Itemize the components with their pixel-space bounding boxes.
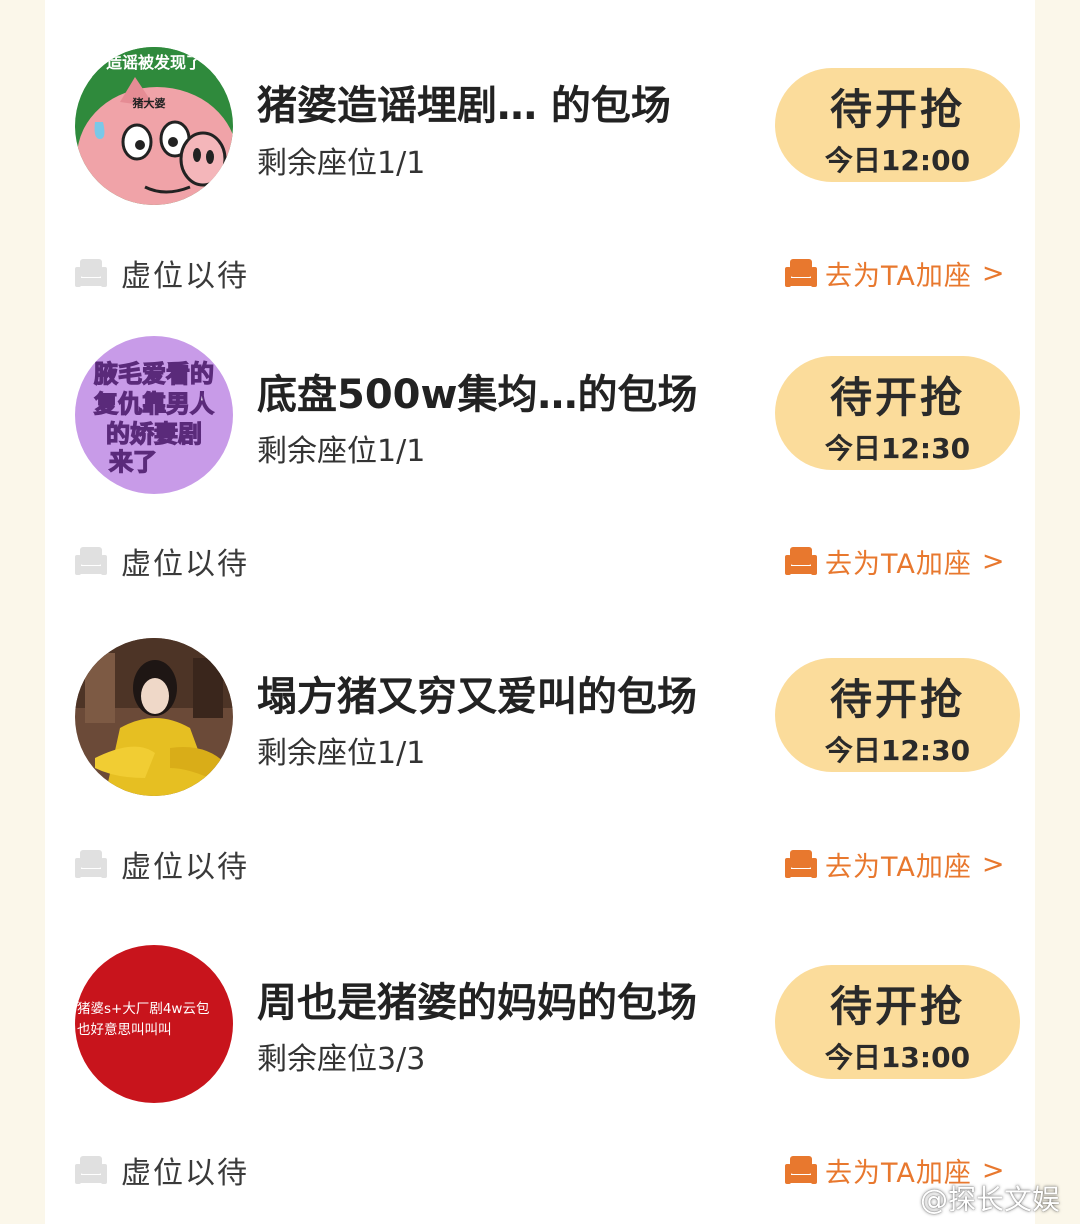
- grab-status-label: 待开抢: [829, 675, 965, 724]
- add-seat-label: 去为TA加座: [825, 548, 972, 580]
- vacant-seat-label: 虚位以待: [121, 547, 249, 582]
- armchair-icon: [785, 547, 817, 575]
- grab-seat-button[interactable]: 待开抢 今日12:30: [775, 658, 1020, 772]
- grab-time-label: 今日13:00: [824, 1041, 971, 1074]
- avatar-caption: 腋毛爱看的: [94, 360, 214, 388]
- add-seat-link[interactable]: 去为TA加座 >: [783, 541, 1005, 581]
- grab-status-label: 待开抢: [829, 373, 965, 422]
- grab-status-label: 待开抢: [829, 982, 965, 1031]
- avatar-caption: 造谣被发现了: [106, 53, 202, 72]
- add-seat-label: 去为TA加座: [825, 260, 972, 292]
- add-seat-label: 去为TA加座: [825, 851, 972, 883]
- vacant-seat-label: 虚位以待: [121, 850, 249, 885]
- avatar-caption: 猪婆s+大厂剧4w云包: [77, 1001, 209, 1017]
- pig-meme-image: 造谣被发现了 猪大婆: [75, 47, 233, 205]
- grab-seat-button[interactable]: 待开抢 今日12:00: [775, 68, 1020, 182]
- armchair-icon: [75, 259, 107, 287]
- room-title[interactable]: 周也是猪婆的妈妈的包场: [257, 970, 697, 1028]
- watermark-text: @探长文娱: [920, 1183, 1061, 1216]
- grab-status-label: 待开抢: [829, 85, 965, 134]
- room-avatar[interactable]: 猪婆s+大厂剧4w云包 也好意思叫叫叫: [75, 945, 233, 1103]
- add-seat-link[interactable]: 去为TA加座 >: [783, 844, 1005, 884]
- chevron-right-icon: >: [981, 257, 1005, 289]
- room-avatar[interactable]: [75, 638, 233, 796]
- grab-time-label: 今日12:30: [824, 432, 971, 465]
- armchair-icon: [785, 259, 817, 287]
- weibo-watermark: @探长文娱: [880, 1178, 1060, 1218]
- text-meme-image: 猪婆s+大厂剧4w云包 也好意思叫叫叫: [75, 945, 233, 1103]
- chevron-right-icon: >: [981, 848, 1005, 880]
- person-photo-image: [75, 638, 233, 796]
- grab-time-label: 今日12:00: [824, 144, 971, 177]
- room-title[interactable]: 猪婆造谣埋剧… 的包场: [257, 73, 671, 131]
- grab-seat-button[interactable]: 待开抢 今日13:00: [775, 965, 1020, 1079]
- room-list: 造谣被发现了 猪大婆 猪婆造谣埋剧… 的包场 剩余座位1/1 待开抢 今日12:…: [45, 0, 1035, 1224]
- armchair-icon: [75, 547, 107, 575]
- remaining-seats: 剩余座位1/1: [257, 434, 426, 469]
- armchair-icon: [785, 850, 817, 878]
- avatar-caption: 来了: [109, 448, 157, 476]
- avatar-caption: 复仇靠男人: [93, 390, 214, 418]
- armchair-icon: [785, 1156, 817, 1184]
- room-avatar[interactable]: 造谣被发现了 猪大婆: [75, 47, 233, 205]
- vacant-seat-label: 虚位以待: [121, 1156, 249, 1191]
- vacant-seat-row: 虚位以待: [73, 844, 249, 885]
- vacant-seat-row: 虚位以待: [73, 253, 249, 294]
- room-title[interactable]: 底盘500w集均…的包场: [257, 362, 697, 420]
- grab-seat-button[interactable]: 待开抢 今日12:30: [775, 356, 1020, 470]
- grab-time-label: 今日12:30: [824, 734, 971, 767]
- room-avatar[interactable]: 腋毛爱看的 复仇靠男人 的娇妻剧 来了: [75, 336, 233, 494]
- remaining-seats: 剩余座位1/1: [257, 736, 426, 771]
- remaining-seats: 剩余座位1/1: [257, 146, 426, 181]
- vacant-seat-row: 虚位以待: [73, 541, 249, 582]
- armchair-icon: [75, 1156, 107, 1184]
- armchair-icon: [75, 850, 107, 878]
- avatar-caption: 的娇妻剧: [106, 420, 202, 448]
- avatar-caption: 猪大婆: [132, 96, 166, 110]
- remaining-seats: 剩余座位3/3: [257, 1042, 426, 1077]
- room-title[interactable]: 塌方猪又穷又爱叫的包场: [257, 664, 697, 722]
- chevron-right-icon: >: [981, 545, 1005, 577]
- add-seat-link[interactable]: 去为TA加座 >: [783, 253, 1005, 293]
- vacant-seat-label: 虚位以待: [121, 259, 249, 294]
- weibo-logo-icon: [880, 1186, 913, 1212]
- vacant-seat-row: 虚位以待: [73, 1150, 249, 1191]
- text-meme-image: 腋毛爱看的 复仇靠男人 的娇妻剧 来了: [75, 336, 233, 494]
- avatar-caption: 也好意思叫叫叫: [77, 1021, 172, 1038]
